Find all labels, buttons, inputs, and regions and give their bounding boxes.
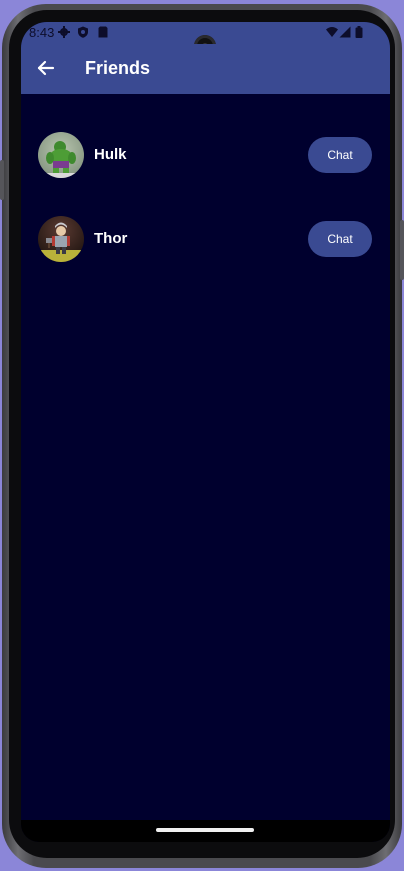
avatar (38, 132, 84, 178)
phone-frame: 8:43 Friends Hulk Chat Thor Chat (0, 0, 404, 871)
volume-button (0, 160, 4, 200)
back-button[interactable] (33, 55, 59, 81)
shield-icon (78, 26, 88, 38)
friend-list-item: Thor Chat (21, 213, 390, 265)
battery-icon (355, 26, 363, 38)
status-time: 8:43 (29, 25, 55, 40)
sim-card-icon (98, 26, 108, 38)
page-title: Friends (85, 58, 151, 78)
wifi-icon (326, 27, 338, 37)
hulk-avatar-image (38, 132, 84, 178)
screen: 8:43 Friends Hulk Chat Thor Chat (21, 22, 390, 842)
avatar (38, 216, 84, 262)
gesture-nav-bar (21, 820, 390, 842)
friend-name: Thor (94, 230, 128, 247)
home-indicator[interactable] (156, 828, 254, 832)
app-bar: Friends (21, 44, 390, 94)
chat-button[interactable]: Chat (308, 221, 372, 257)
power-button (400, 220, 404, 280)
settings-icon (58, 26, 70, 38)
signal-icon (339, 26, 351, 38)
friend-name: Hulk (94, 146, 127, 163)
friend-list-item: Hulk Chat (21, 129, 390, 181)
arrow-back-icon (37, 60, 55, 76)
thor-avatar-image (38, 216, 84, 262)
chat-button[interactable]: Chat (308, 137, 372, 173)
